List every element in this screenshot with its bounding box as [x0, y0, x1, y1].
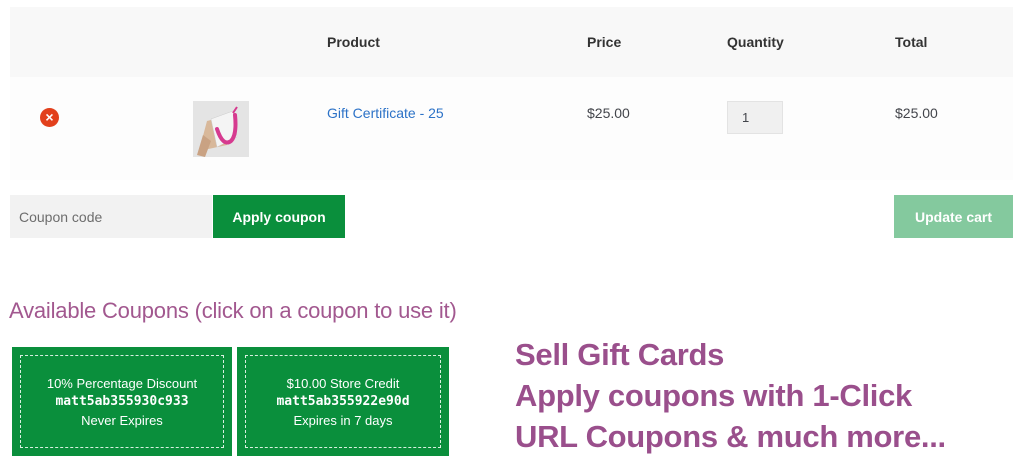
item-price: $25.00	[587, 105, 630, 121]
product-name-link[interactable]: Gift Certificate - 25	[327, 105, 444, 121]
coupon-card-border: 10% Percentage Discount matt5ab355930c93…	[20, 355, 224, 448]
remove-item-icon[interactable]: ×	[40, 108, 59, 127]
coupon-card[interactable]: $10.00 Store Credit matt5ab355922e90d Ex…	[237, 347, 449, 456]
column-header-price: Price	[587, 34, 622, 50]
coupon-card-border: $10.00 Store Credit matt5ab355922e90d Ex…	[245, 355, 441, 448]
column-header-total: Total	[895, 34, 928, 50]
coupon-card[interactable]: 10% Percentage Discount matt5ab355930c93…	[12, 347, 232, 456]
apply-coupon-button[interactable]: Apply coupon	[213, 195, 345, 238]
coupon-title: $10.00 Store Credit	[286, 375, 400, 391]
coupon-code: matt5ab355922e90d	[276, 393, 410, 409]
gift-card-image-icon	[193, 101, 249, 157]
column-header-product: Product	[327, 34, 380, 50]
promo-line: URL Coupons & much more...	[515, 419, 946, 454]
product-thumbnail[interactable]	[193, 101, 249, 157]
promo-line: Sell Gift Cards	[515, 337, 725, 372]
promo-line: Apply coupons with 1-Click	[515, 378, 912, 413]
coupon-code-input[interactable]	[10, 195, 212, 238]
coupon-expiry: Expires in 7 days	[293, 412, 393, 428]
column-header-quantity: Quantity	[727, 34, 784, 50]
cart-table: Product Price Quantity Total × Gift Cert…	[10, 7, 1013, 180]
quantity-input[interactable]	[727, 101, 783, 134]
available-coupons-heading: Available Coupons (click on a coupon to …	[9, 298, 457, 323]
promo-text-block: Sell Gift Cards Apply coupons with 1-Cli…	[515, 334, 946, 457]
update-cart-button[interactable]: Update cart	[894, 195, 1013, 238]
coupon-title: 10% Percentage Discount	[46, 375, 198, 391]
item-total: $25.00	[895, 105, 938, 121]
cart-table-header: Product Price Quantity Total	[10, 7, 1013, 77]
coupon-expiry: Never Expires	[81, 412, 163, 428]
cart-item-row: × Gift Certificate - 25 $25.00 $25.00	[10, 77, 1013, 180]
coupon-code: matt5ab355930c933	[55, 393, 189, 409]
